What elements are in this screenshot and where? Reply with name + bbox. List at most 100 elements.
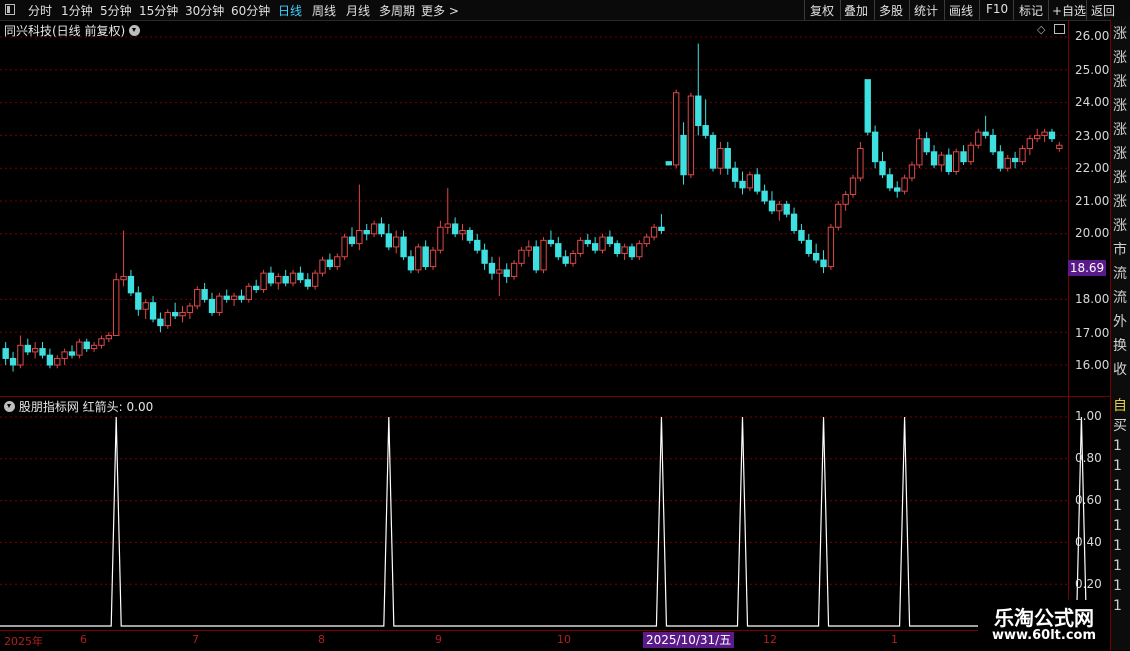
- candle-body: [857, 148, 864, 179]
- panel-layout-icon[interactable]: [1054, 24, 1065, 34]
- candle-body: [820, 259, 827, 268]
- side-panel-char: 1: [1113, 578, 1122, 594]
- indicator-title: 股朋指标网 红箭头: 0.00: [18, 400, 154, 414]
- candle-body: [282, 275, 289, 284]
- candle-body: [842, 193, 849, 205]
- price-tick: 22.00: [1075, 161, 1110, 175]
- candle-body: [1026, 138, 1034, 150]
- side-panel-char: 外: [1113, 314, 1127, 330]
- grid-lines: [0, 36, 1068, 585]
- date-cursor-label: 2025/10/31/五: [643, 632, 735, 648]
- date-label: 10: [557, 633, 571, 646]
- candle-body: [621, 246, 628, 254]
- candle-body: [916, 138, 923, 166]
- side-panel-char: 买: [1113, 418, 1127, 434]
- candle-body: [24, 344, 31, 353]
- price-tick: 24.00: [1075, 95, 1110, 109]
- candle-body: [260, 272, 267, 291]
- candle-body: [334, 256, 341, 268]
- price-tick: 21.00: [1075, 194, 1110, 208]
- candle-body: [569, 252, 577, 264]
- candle-body: [783, 203, 790, 215]
- candle-body: [901, 177, 908, 192]
- candle-body: [356, 230, 363, 245]
- candle-body: [555, 243, 562, 258]
- candle-body: [238, 295, 245, 300]
- chevron-down-icon[interactable]: [129, 25, 141, 36]
- candle-body: [171, 312, 179, 317]
- chart-canvas[interactable]: [0, 0, 1110, 630]
- candle-body: [894, 187, 901, 192]
- chevron-down-icon[interactable]: [4, 401, 15, 412]
- candle-body: [289, 272, 297, 284]
- candle-body: [606, 236, 614, 245]
- side-panel-char: 涨: [1113, 50, 1127, 66]
- date-axis: 2025年 6 7 8 9 10 12 1 2025/10/31/五: [0, 630, 1110, 651]
- candle-body: [407, 256, 415, 271]
- quote-side-panel: 涨 涨 涨 涨 涨 涨 涨 涨 涨 市 流 流 外 换 收 自 买 1 1 1 …: [1110, 20, 1130, 650]
- candle-body: [444, 223, 451, 228]
- candle-body: [739, 180, 746, 189]
- candle-body: [643, 236, 650, 245]
- price-axis-divider: [1068, 20, 1069, 630]
- candle-body: [230, 295, 238, 300]
- indicator-tick: 0.20: [1075, 577, 1102, 591]
- diamond-icon[interactable]: ◇: [1037, 23, 1045, 36]
- candle-body: [31, 348, 39, 353]
- red-arrow-indicator-line: [0, 416, 1110, 627]
- stock-title: 同兴科技(日线 前复权): [4, 24, 126, 38]
- candle-body: [724, 148, 731, 169]
- candle-body: [687, 95, 695, 176]
- candle-body: [393, 236, 400, 248]
- candle-body: [253, 285, 260, 291]
- side-panel-char: 1: [1113, 558, 1122, 574]
- candle-body: [61, 351, 68, 359]
- candle-body: [179, 312, 186, 317]
- candle-body: [451, 223, 459, 235]
- side-panel-char: 涨: [1113, 218, 1127, 234]
- candle-body: [930, 151, 938, 166]
- candle-body: [76, 341, 83, 356]
- candle-body: [164, 312, 171, 327]
- price-tick: 18.00: [1075, 292, 1110, 306]
- candle-body: [871, 131, 879, 163]
- candle-body: [311, 272, 319, 287]
- candle-body: [591, 243, 599, 251]
- candle-body: [46, 354, 54, 366]
- date-label: 6: [80, 633, 87, 646]
- candle-body: [886, 174, 894, 189]
- candle-body: [731, 167, 739, 182]
- price-tick: 17.00: [1075, 326, 1110, 340]
- watermark-url: www.60lt.com: [991, 628, 1097, 643]
- candle-body: [665, 161, 672, 166]
- indicator-series: [0, 416, 1110, 627]
- candle-body: [17, 344, 24, 366]
- candle-body: [105, 334, 113, 340]
- candle-body: [319, 259, 326, 274]
- candle-body: [90, 344, 98, 350]
- candle-body: [363, 230, 370, 235]
- side-panel-char: 涨: [1113, 122, 1127, 138]
- indicator-tick: 0.40: [1075, 535, 1102, 549]
- candle-body: [422, 246, 429, 268]
- side-panel-char: 1: [1113, 478, 1122, 494]
- candle-body: [54, 357, 61, 366]
- candle-body: [709, 134, 717, 169]
- candle-body: [1019, 148, 1026, 163]
- candle-body: [805, 239, 812, 254]
- side-panel-char: 1: [1113, 438, 1122, 454]
- side-panel-char: 1: [1113, 458, 1122, 474]
- candle-body: [496, 269, 503, 274]
- candle-body: [864, 79, 871, 133]
- candle-body: [525, 246, 533, 251]
- indicator-tick: 0.80: [1075, 451, 1102, 465]
- candle-body: [326, 259, 334, 268]
- side-panel-char: 1: [1113, 538, 1122, 554]
- candle-body: [997, 151, 1004, 169]
- candle-body: [267, 272, 275, 284]
- candle-body: [385, 233, 393, 248]
- candle-body: [982, 131, 989, 136]
- candle-body: [245, 285, 253, 300]
- price-tick: 20.00: [1075, 226, 1110, 240]
- candle-body: [400, 236, 407, 258]
